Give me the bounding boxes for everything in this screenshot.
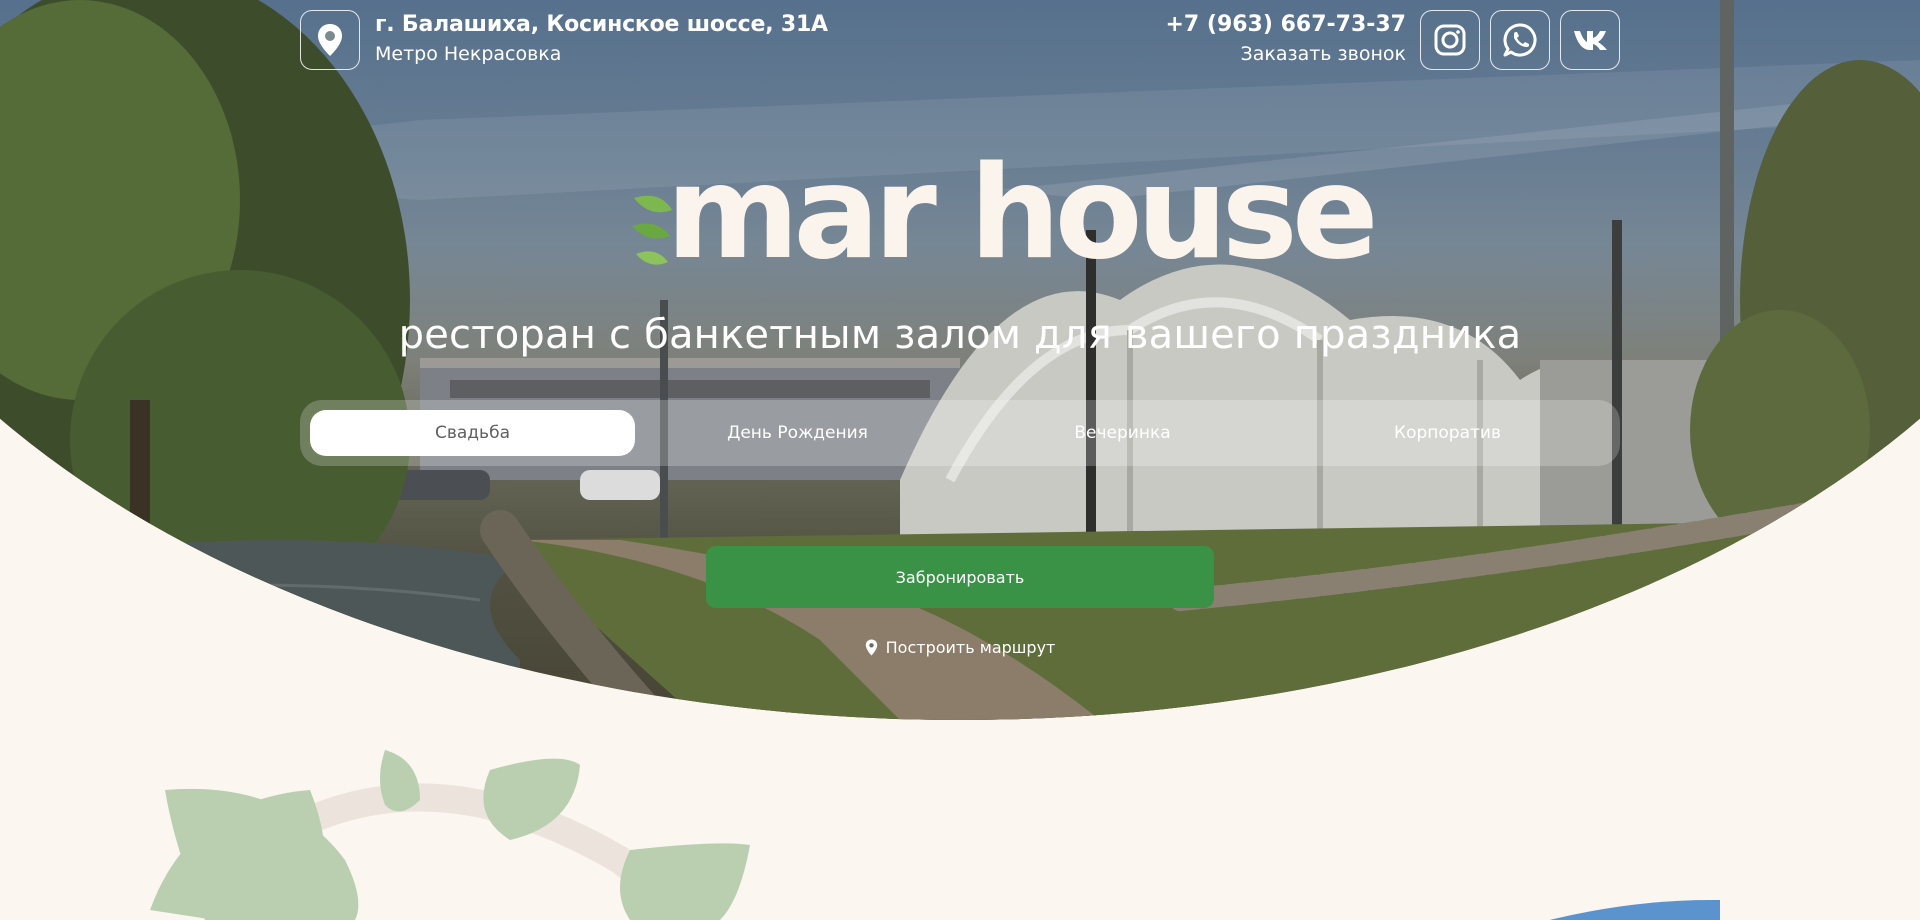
tab-birthday[interactable]: День Рождения [635, 410, 960, 456]
callback-link[interactable]: Заказать звонок [1165, 43, 1406, 65]
brand-logo: mar house [630, 150, 1379, 288]
decorative-blue-shape [1549, 900, 1720, 920]
tab-party[interactable]: Вечеринка [960, 410, 1285, 456]
instagram-button[interactable] [1420, 10, 1480, 70]
vk-icon [1574, 31, 1607, 50]
phone-link[interactable]: +7 (963) 667-73-37 [1165, 12, 1406, 37]
tab-corporate[interactable]: Корпоратив [1285, 410, 1610, 456]
contact-block: +7 (963) 667-73-37 Заказать звонок [1165, 12, 1406, 65]
logo-text: mar house [666, 139, 1379, 288]
instagram-icon [1434, 24, 1466, 56]
book-button[interactable]: Забронировать [706, 546, 1214, 608]
metro-text: Метро Некрасовка [375, 43, 562, 65]
whatsapp-icon [1503, 23, 1537, 57]
top-bar: г. Балашиха, Косинское шоссе, 31А Метро … [300, 10, 1620, 72]
location-pin-icon [318, 24, 342, 56]
decorative-leaves [150, 750, 750, 920]
location-button[interactable] [300, 10, 360, 70]
location-pin-icon [865, 639, 877, 656]
whatsapp-button[interactable] [1490, 10, 1550, 70]
address-text: г. Балашиха, Косинское шоссе, 31А [375, 12, 828, 37]
tagline: ресторан с банкетным залом для вашего пр… [398, 312, 1522, 358]
event-type-tabs: Свадьба День Рождения Вечеринка Корпорат… [300, 400, 1620, 466]
address-block: г. Балашиха, Косинское шоссе, 31А Метро … [375, 12, 828, 65]
route-link[interactable]: Построить маршрут [865, 638, 1056, 657]
vk-button[interactable] [1560, 10, 1620, 70]
tab-wedding[interactable]: Свадьба [310, 410, 635, 456]
route-label: Построить маршрут [885, 638, 1056, 657]
hero-background-image [0, 0, 1920, 720]
route-row: Построить маршрут [0, 638, 1920, 660]
hero-section: г. Балашиха, Косинское шоссе, 31А Метро … [0, 0, 1920, 720]
